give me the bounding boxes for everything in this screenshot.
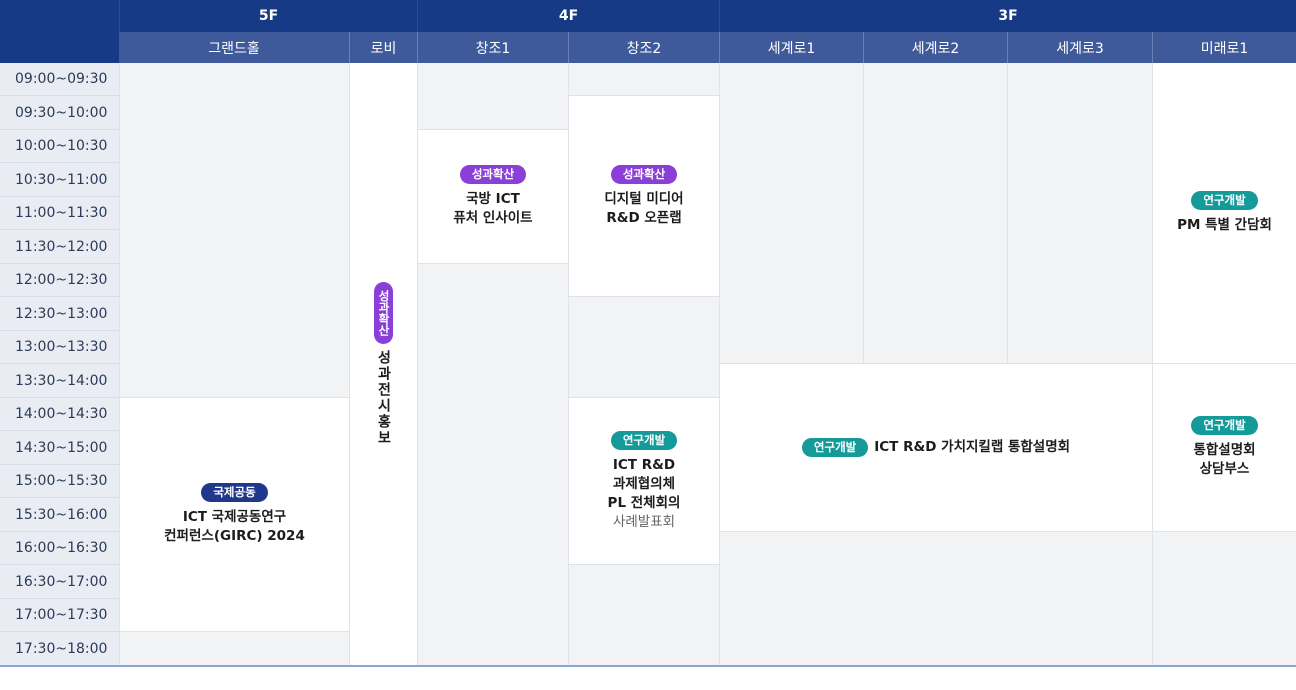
- time-slot: 09:00~09:30: [0, 63, 119, 96]
- time-slot: 12:00~12:30: [0, 264, 119, 297]
- floor-3f-header: 3F: [719, 0, 1296, 32]
- time-slot: 15:30~16:00: [0, 498, 119, 532]
- event-title: ICT 국제공동연구 컨퍼런스(GIRC) 2024: [164, 509, 305, 544]
- chang2-empty-morning: [568, 63, 719, 96]
- category-badge: 성과확산: [610, 164, 678, 184]
- sg3-empty-morning: [1007, 63, 1152, 364]
- grandhall-empty-late: [119, 632, 349, 666]
- event-girc-conference[interactable]: 국제공동 ICT 국제공동연구 컨퍼런스(GIRC) 2024: [119, 398, 349, 632]
- category-badge: 성과확산: [459, 165, 527, 184]
- time-slot: 10:30~11:00: [0, 163, 119, 197]
- event-defense-ict[interactable]: 성과확산 국방 ICT 퓨처 인사이트: [417, 130, 568, 264]
- event-subtitle: 사례발표회: [612, 513, 676, 530]
- table-bottom-border: [0, 665, 1296, 667]
- floor-5f-header: 5F: [119, 0, 417, 32]
- time-slot: 16:00~16:30: [0, 532, 119, 565]
- event-title: 성과전시홍보: [375, 350, 392, 446]
- time-slot: 12:30~13:00: [0, 297, 119, 331]
- category-badge: 성과확산: [374, 282, 393, 344]
- event-pl-meeting[interactable]: 연구개발 ICT R&D 과제협의체 PL 전체회의 사례발표회: [568, 398, 719, 565]
- event-value-chain-briefing[interactable]: 연구개발 ICT R&D 가치지킬랩 통합설명회: [719, 364, 1152, 532]
- category-badge: 연구개발: [1191, 416, 1258, 435]
- event-title: PM 특별 간담회: [1177, 217, 1272, 233]
- room-lobby-header: 로비: [349, 32, 417, 63]
- time-slot: 11:30~12:00: [0, 230, 119, 264]
- room-sg3-header: 세계로3: [1007, 32, 1152, 63]
- time-slot: 17:30~18:00: [0, 632, 119, 666]
- room-grandhall-header: 그랜드홀: [119, 32, 349, 63]
- event-title: ICT R&D 가치지킬랩 통합설명회: [874, 439, 1071, 455]
- category-badge: 연구개발: [1191, 191, 1258, 210]
- sg1-empty-morning: [719, 63, 863, 364]
- sg2-empty-morning: [863, 63, 1007, 364]
- time-slot: 13:30~14:00: [0, 364, 119, 398]
- time-slot: 10:00~10:30: [0, 130, 119, 163]
- event-title: 통합설명회 상담부스: [1193, 442, 1256, 477]
- event-title: 디지털 미디어 R&D 오픈랩: [604, 190, 684, 226]
- room-chang2-header: 창조2: [568, 32, 719, 63]
- category-badge: 국제공동: [201, 483, 268, 502]
- floor-4f-header: 4F: [417, 0, 719, 32]
- event-title: 국방 ICT 퓨처 인사이트: [453, 191, 533, 226]
- time-slot: 14:00~14:30: [0, 398, 119, 431]
- room-mr1-header: 미래로1: [1152, 32, 1296, 63]
- room-sg1-header: 세계로1: [719, 32, 863, 63]
- chang2-empty-late: [568, 565, 719, 666]
- time-slot: 13:00~13:30: [0, 331, 119, 364]
- mr1-empty-late: [1152, 532, 1296, 666]
- header-corner: [0, 0, 119, 32]
- sg-empty-late: [719, 532, 1152, 666]
- time-slot: 14:30~15:00: [0, 431, 119, 465]
- event-lobby-exhibition[interactable]: 성과확산 성과전시홍보: [349, 63, 417, 666]
- event-inline-row: 연구개발 ICT R&D 가치지킬랩 통합설명회: [801, 438, 1071, 457]
- event-title: ICT R&D 과제협의체 PL 전체회의: [607, 456, 681, 511]
- event-digital-media-openlab[interactable]: 성과확산 디지털 미디어 R&D 오픈랩: [568, 96, 719, 297]
- chang1-empty-afternoon: [417, 264, 568, 666]
- time-slot: 15:00~15:30: [0, 465, 119, 498]
- chang2-empty-midday: [568, 297, 719, 398]
- grandhall-empty-morning: [119, 63, 349, 398]
- event-pm-meeting[interactable]: 연구개발 PM 특별 간담회: [1152, 63, 1296, 364]
- time-slot: 11:00~11:30: [0, 197, 119, 230]
- room-chang1-header: 창조1: [417, 32, 568, 63]
- header-corner-lower: [0, 32, 119, 63]
- room-sg2-header: 세계로2: [863, 32, 1007, 63]
- time-slot: 16:30~17:00: [0, 565, 119, 599]
- time-slot: 09:30~10:00: [0, 96, 119, 130]
- category-badge: 연구개발: [801, 438, 869, 457]
- chang1-empty-morning: [417, 63, 568, 130]
- event-consult-booth[interactable]: 연구개발 통합설명회 상담부스: [1152, 364, 1296, 532]
- category-badge: 연구개발: [610, 430, 678, 450]
- time-slot: 17:00~17:30: [0, 599, 119, 632]
